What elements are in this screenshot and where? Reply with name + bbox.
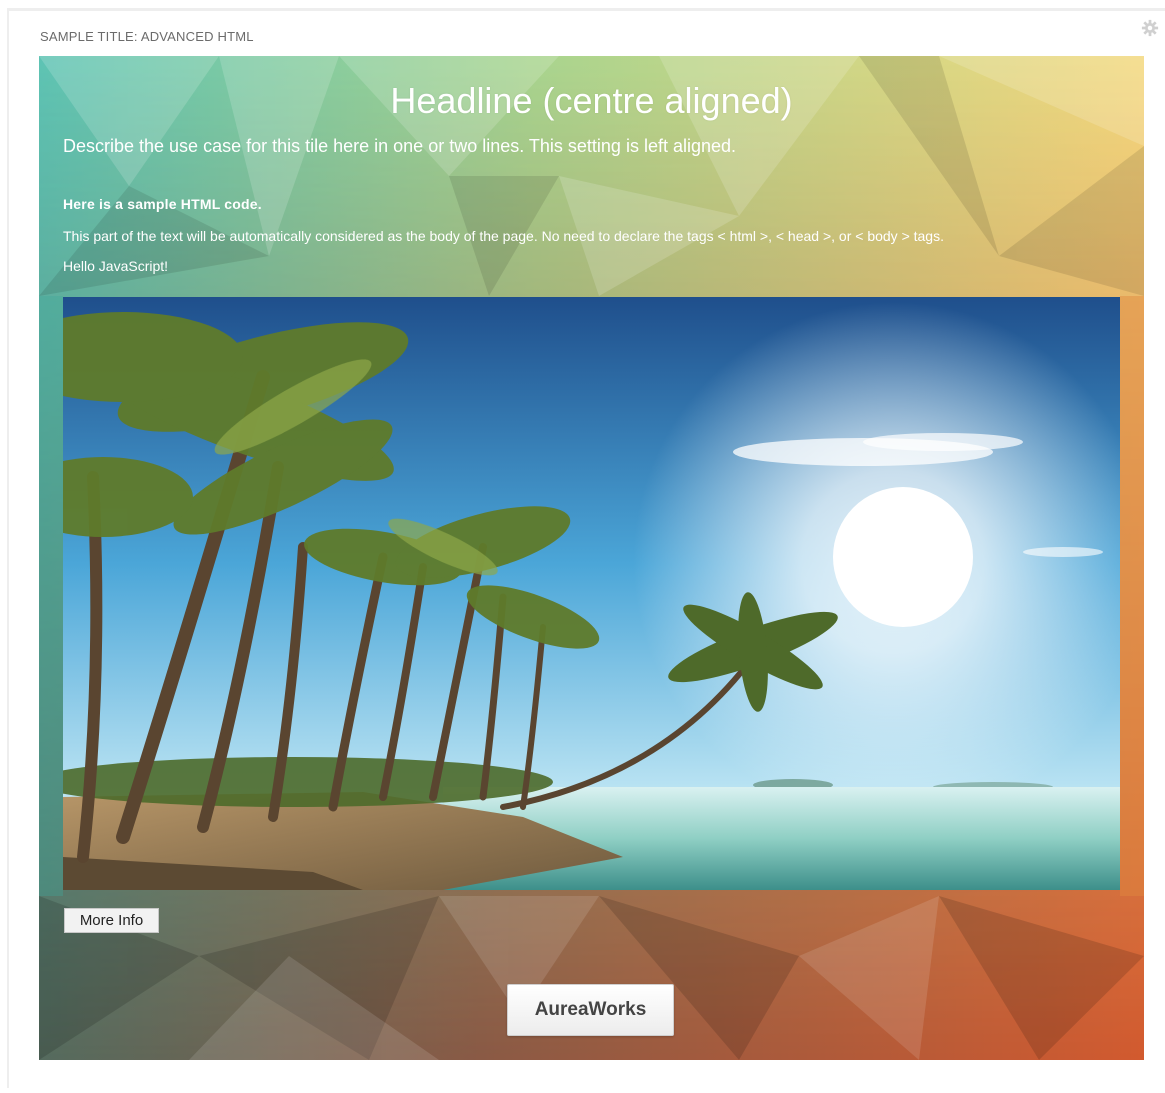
tropical-beach-image	[63, 297, 1120, 890]
description-text: Describe the use case for this tile here…	[63, 136, 737, 156]
tile-content: Headline (centre aligned) Describe the u…	[39, 56, 1144, 1060]
headline: Headline (centre aligned)	[390, 80, 793, 121]
tile-title: SAMPLE TITLE: ADVANCED HTML	[40, 29, 254, 44]
gear-icon[interactable]	[1141, 19, 1159, 37]
hello-text: Hello JavaScript!	[63, 258, 169, 274]
more-info-button[interactable]: More Info	[64, 908, 159, 933]
aureaworks-button[interactable]: AureaWorks	[507, 984, 674, 1036]
tile-container: SAMPLE TITLE: ADVANCED HTML Headline (ce…	[7, 8, 1165, 1088]
sample-heading: Here is a sample HTML code.	[63, 196, 262, 212]
body-note-text: This part of the text will be automatica…	[63, 228, 944, 244]
